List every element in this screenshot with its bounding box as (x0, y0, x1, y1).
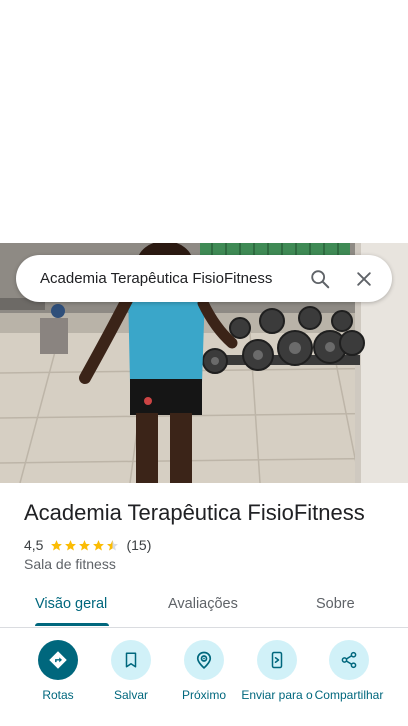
save-button[interactable]: Salvar (94, 640, 168, 702)
nearby-icon (196, 651, 212, 670)
bookmark-icon (125, 652, 137, 668)
send-to-phone-label: Enviar para o (241, 688, 313, 702)
save-label: Salvar (113, 688, 148, 702)
close-icon[interactable] (342, 257, 386, 301)
star-icon (65, 539, 77, 550)
tab-bar: Visão geral Avaliações Sobre (0, 586, 408, 628)
star-icon (93, 539, 105, 550)
share-button[interactable]: Compartilhar (312, 640, 386, 702)
rating-value: 4,5 (24, 537, 44, 553)
directions-button[interactable]: Rotas (21, 640, 95, 702)
send-to-phone-icon (271, 651, 283, 669)
directions-label: Rotas (42, 688, 74, 702)
review-count: (15) (126, 537, 152, 553)
place-category: Sala de fitness (24, 556, 116, 572)
action-buttons: Rotas Salvar Próximo Enviar para o Compa… (0, 640, 408, 726)
tab-overview[interactable]: Visão geral (35, 596, 107, 612)
directions-icon (49, 651, 67, 669)
star-icon (79, 539, 91, 550)
search-bar[interactable]: Academia Terapêutica FisioFitness (16, 255, 392, 302)
star-icon (51, 539, 63, 550)
rating-row[interactable]: 4,5 (15) (24, 536, 151, 554)
rating-stars (50, 539, 120, 552)
tab-about[interactable]: Sobre (316, 596, 355, 612)
send-to-phone-button[interactable]: Enviar para o (240, 640, 314, 702)
share-icon (341, 651, 357, 669)
place-name: Academia Terapêutica FisioFitness (24, 500, 365, 525)
share-label: Compartilhar (314, 688, 384, 702)
nearby-button[interactable]: Próximo (167, 640, 241, 702)
tab-indicator (35, 623, 109, 626)
place-details-screen: Academia Terapêutica FisioFitness Academ… (0, 0, 408, 726)
tab-reviews[interactable]: Avaliações (168, 596, 238, 612)
nearby-label: Próximo (181, 688, 226, 702)
search-query[interactable]: Academia Terapêutica FisioFitness (40, 270, 298, 287)
search-icon[interactable] (298, 257, 342, 301)
half-star-icon (107, 539, 119, 550)
